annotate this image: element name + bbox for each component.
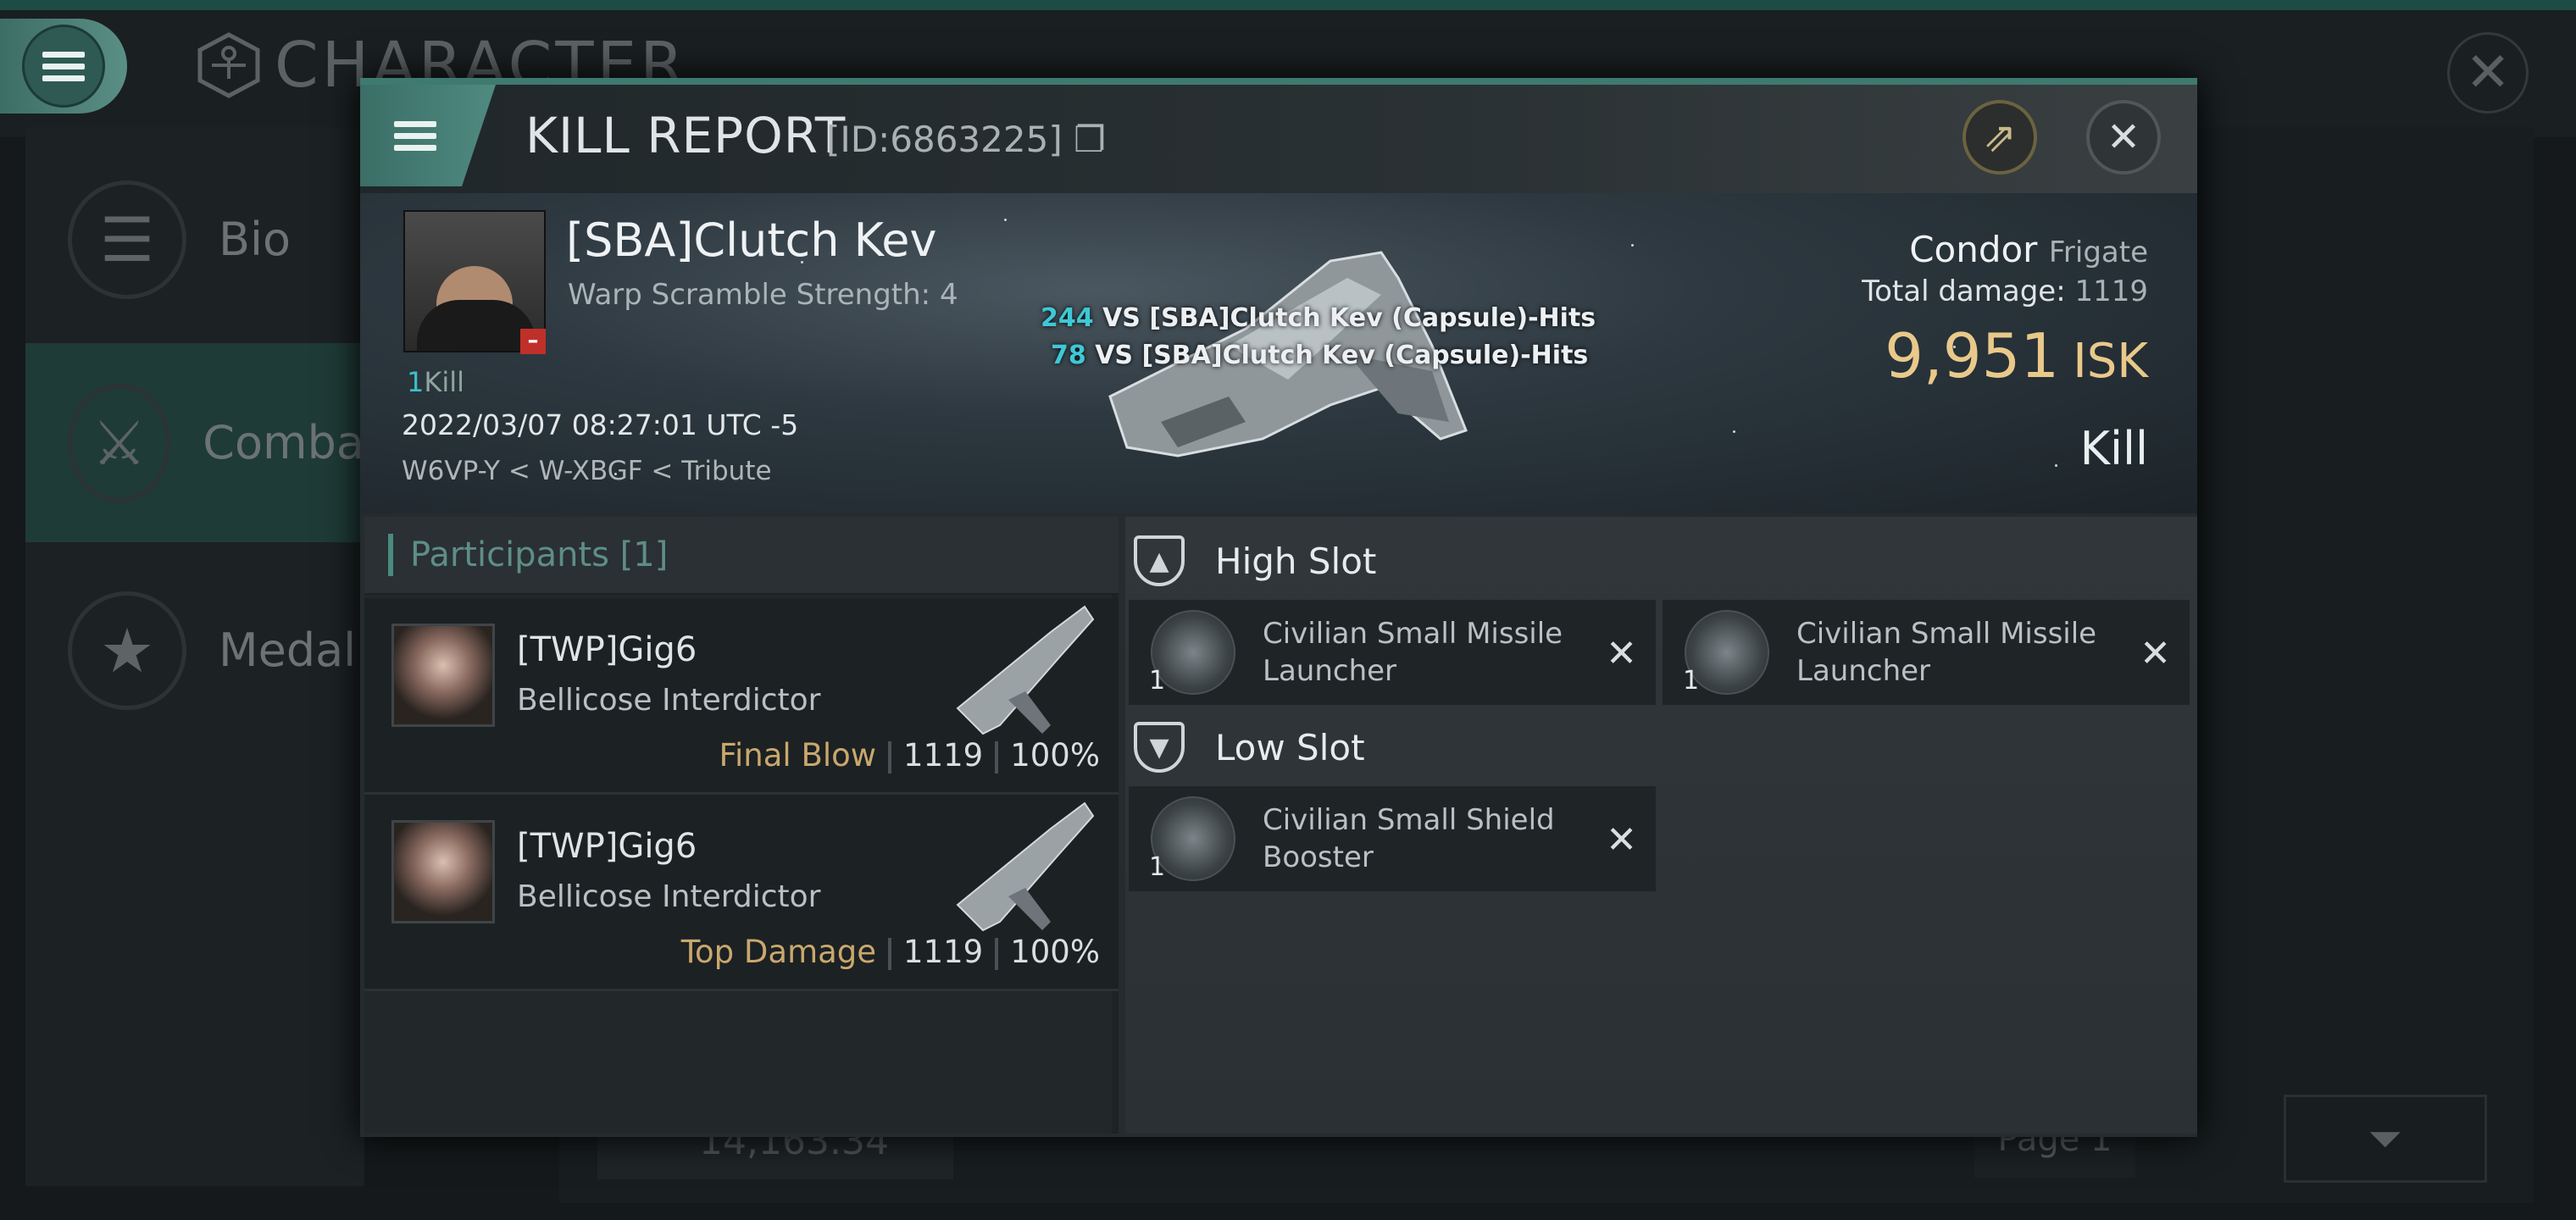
sidebar-item-bio[interactable]: ☰ Bio (25, 140, 364, 339)
module-item[interactable]: 1 Civilian Small Shield Booster ✕ (1129, 786, 1656, 891)
hit-line: 78 VS [SBA]Clutch Kev (Capsule)-Hits (1051, 341, 1589, 370)
share-button[interactable]: ⇗ (1963, 100, 2037, 175)
kill-result: Kill (2079, 422, 2148, 475)
share-icon: ⇗ (1982, 114, 2018, 161)
module-item[interactable]: 1 Civilian Small Missile Launcher ✕ (1129, 600, 1656, 705)
sidebar-item-medal[interactable]: ★ Medal (25, 551, 364, 750)
filter-icon: ⏷ (2368, 1113, 2402, 1163)
participants-header: Participants [1] (364, 517, 1119, 595)
total-damage: Total damage: 1119 (1862, 274, 2148, 308)
participant-name: [TWP]Gig6 (517, 827, 697, 866)
participant-ship: Bellicose Interdictor (517, 879, 821, 914)
hamburger-icon (42, 46, 85, 87)
participant-row[interactable]: [TWP]Gig6 Bellicose Interdictor Top Dama… (364, 795, 1119, 991)
participant-ship-icon (956, 605, 1095, 735)
kill-count: 1Kill (407, 366, 465, 398)
background-close-button[interactable]: ✕ (2447, 32, 2529, 114)
module-destroyed-icon: ✕ (1606, 632, 1637, 675)
participant-avatar (391, 820, 495, 923)
victim-name[interactable]: [SBA]Clutch Kev (566, 214, 936, 267)
participant-avatar (391, 624, 495, 727)
close-icon: ✕ (2106, 114, 2141, 161)
module-quantity: 1 (1149, 852, 1166, 882)
participant-name: [TWP]Gig6 (517, 630, 697, 669)
hit-line: 244 VS [SBA]Clutch Kev (Capsule)-Hits (1041, 303, 1596, 333)
report-id[interactable]: [ID:6863225] ❐ (826, 119, 1106, 160)
star-badge-icon: ★ (68, 591, 186, 710)
high-slot-header: ▲ High Slot (1134, 518, 1376, 603)
module-item[interactable]: 1 Civilian Small Missile Launcher ✕ (1663, 600, 2190, 705)
crossed-swords-icon: ⚔ (68, 383, 171, 502)
menu-lines-icon: ☰ (68, 180, 186, 299)
kill-datetime: 2022/03/07 08:27:01 UTC -5 (402, 408, 799, 441)
minus-badge-icon: – (520, 329, 546, 354)
module-name: Civilian Small Missile Launcher (1263, 617, 1563, 688)
victim-ship-name: Condor Frigate (1909, 229, 2148, 270)
isk-value: 9,951 ISK (1885, 320, 2148, 391)
main-menu-button[interactable] (0, 19, 127, 114)
participant-ship-icon (956, 801, 1095, 932)
vitruvian-man-icon (197, 32, 260, 98)
kill-location: W6VP-Y < W-XBGF < Tribute (402, 456, 772, 486)
module-name: Civilian Small Missile Launcher (1796, 617, 2097, 688)
participant-row[interactable]: [TWP]Gig6 Bellicose Interdictor Final Bl… (364, 598, 1119, 795)
module-destroyed-icon: ✕ (2140, 632, 2171, 675)
warp-scramble-strength: Warp Scramble Strength: 4 (568, 278, 958, 312)
participant-ship: Bellicose Interdictor (517, 683, 821, 718)
close-icon: ✕ (2465, 42, 2511, 104)
module-quantity: 1 (1683, 666, 1700, 696)
participant-stats: Top Damage 1119 100% (680, 934, 1100, 970)
close-button[interactable]: ✕ (2086, 100, 2161, 175)
top-accent-strip (0, 0, 2576, 10)
copy-icon[interactable]: ❐ (1074, 119, 1106, 160)
high-slot-icon: ▲ (1134, 535, 1185, 586)
hamburger-icon (394, 115, 436, 157)
low-slot-header: ▼ Low Slot (1134, 705, 1365, 790)
modal-title: KILL REPORT (525, 107, 847, 164)
participant-stats: Final Blow 1119 100% (719, 737, 1100, 774)
module-destroyed-icon: ✕ (1606, 818, 1637, 862)
filter-button[interactable]: ⏷ (2284, 1095, 2487, 1183)
sidebar-item-combat[interactable]: ⚔ Comba (25, 343, 364, 542)
low-slot-icon: ▼ (1134, 722, 1185, 773)
module-quantity: 1 (1149, 666, 1166, 696)
module-name: Civilian Small Shield Booster (1263, 803, 1555, 874)
